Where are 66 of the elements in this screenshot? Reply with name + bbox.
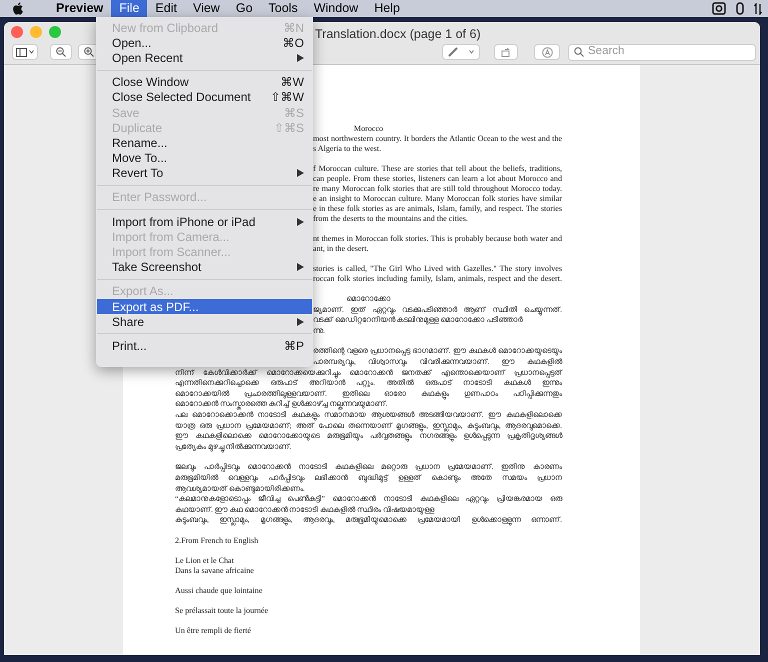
menu-bar-item[interactable]: Window (306, 0, 366, 17)
document-text-line: Aussi chaude que lointaine (175, 586, 264, 596)
document-text-line: nt themes in Moroccan folk stories. This is probably because both water and (313, 234, 562, 244)
search-field[interactable]: Search (568, 44, 756, 60)
sidebar-icon (16, 48, 27, 56)
pen-icon (448, 47, 459, 57)
document-text-line: roccan folk stories including family, Islam, animals, respect and the desert. (313, 274, 562, 284)
menu-item[interactable]: Share (97, 314, 312, 330)
menu-item[interactable]: Open... ⌘O (97, 35, 312, 50)
document-text-line: s Algeria to the west. (313, 144, 382, 154)
rotate-icon (501, 47, 511, 57)
document-text-line: Se prélassait toute la journée (175, 606, 270, 616)
caret-icon (29, 50, 34, 54)
document-text-line: 2.From French to English (175, 536, 260, 546)
shortcut-label: ⌘P (284, 338, 304, 355)
menu-item[interactable]: Take Screenshot (97, 260, 312, 275)
document-text-line: f Moroccan culture. These are stories that tell about the beliefs, traditions, (313, 164, 562, 174)
shortcut-label: ⌘O (282, 34, 304, 52)
menu-item[interactable]: Print... ⌘P (97, 338, 312, 354)
rotate-button[interactable] (494, 44, 518, 60)
markup-pen-button[interactable] (442, 44, 480, 60)
menu-bar-item[interactable]: File (111, 0, 148, 17)
menu-item[interactable]: Import from iPhone or iPad (97, 214, 312, 230)
shortcut-label: ⇧⌘W (270, 89, 304, 106)
caret-icon (469, 50, 474, 54)
document-text-line: stories is called, "The Girl Who Lived with Gazelles." The story involves (313, 264, 562, 274)
document-text-line: from the deserts to the mountains and the cities. (313, 214, 469, 224)
menu-bar-item[interactable]: Tools (260, 0, 306, 17)
search-input[interactable]: Search (588, 43, 755, 61)
arrows-icon[interactable] (754, 2, 762, 14)
menu-item[interactable]: Close Selected Document ⇧⌘W (97, 90, 312, 105)
menu-bar-item[interactable]: Go (228, 0, 261, 17)
document-text-line: Un être rempli de fierté (175, 626, 252, 636)
menu-item[interactable]: Revert To (97, 166, 312, 181)
apple-logo-icon[interactable] (12, 2, 24, 15)
document-text-line: Dans la savane africaine (175, 566, 255, 576)
document-text-line: Le Lion et le Chat (175, 556, 235, 566)
document-text-line: e an insight to Moroccan culture. Many Moroccan folk stories have similar (313, 194, 562, 204)
menu-bar-item[interactable]: Help (366, 0, 408, 17)
document-text-line: can people. From these stories, listeners can learn a lot about Morocco and (313, 174, 562, 184)
search-icon (574, 47, 584, 57)
document-text-line: ant, in the desert. (313, 244, 370, 254)
zoom-in-icon (84, 47, 94, 57)
sidebar-toggle-button[interactable] (12, 44, 38, 60)
document-text-line: e in these folk stories as are animals, Islam, family, and respect. The stories (313, 204, 562, 214)
menu-item[interactable]: Open Recent (97, 50, 312, 66)
window-title: Translation.docx (page 1 of 6) (315, 26, 481, 43)
document-text-line: re many Moroccan folk stories that are still told throughout Morocco today. (313, 184, 562, 194)
markup-icon (542, 46, 552, 58)
menu-item[interactable]: Move To... (97, 150, 312, 166)
shortcut-label: ⌘W (280, 74, 304, 92)
menu-item[interactable]: Close Window ⌘W (97, 74, 312, 90)
markup-button[interactable] (534, 44, 560, 60)
menu-item[interactable]: Rename... (97, 135, 312, 150)
app-menu[interactable]: Preview (48, 0, 112, 17)
shortcut-label: ⇧⌘S (274, 120, 304, 137)
menu-bar-item[interactable]: Edit (147, 0, 185, 17)
document-heading: Morocco (354, 124, 384, 134)
shortcut-label: ⌘N (283, 20, 304, 37)
menu-item[interactable]: Export as PDF... (97, 299, 312, 314)
shortcut-label: ⌘S (284, 104, 304, 122)
camera-icon[interactable] (712, 2, 726, 15)
document-text-line: most northwestern country. It borders the Atlantic Ocean to the west and the (313, 134, 562, 144)
menu-bar-item[interactable]: View (184, 0, 228, 17)
zoom-out-icon (56, 47, 66, 57)
zoom-out-button[interactable] (50, 44, 72, 60)
